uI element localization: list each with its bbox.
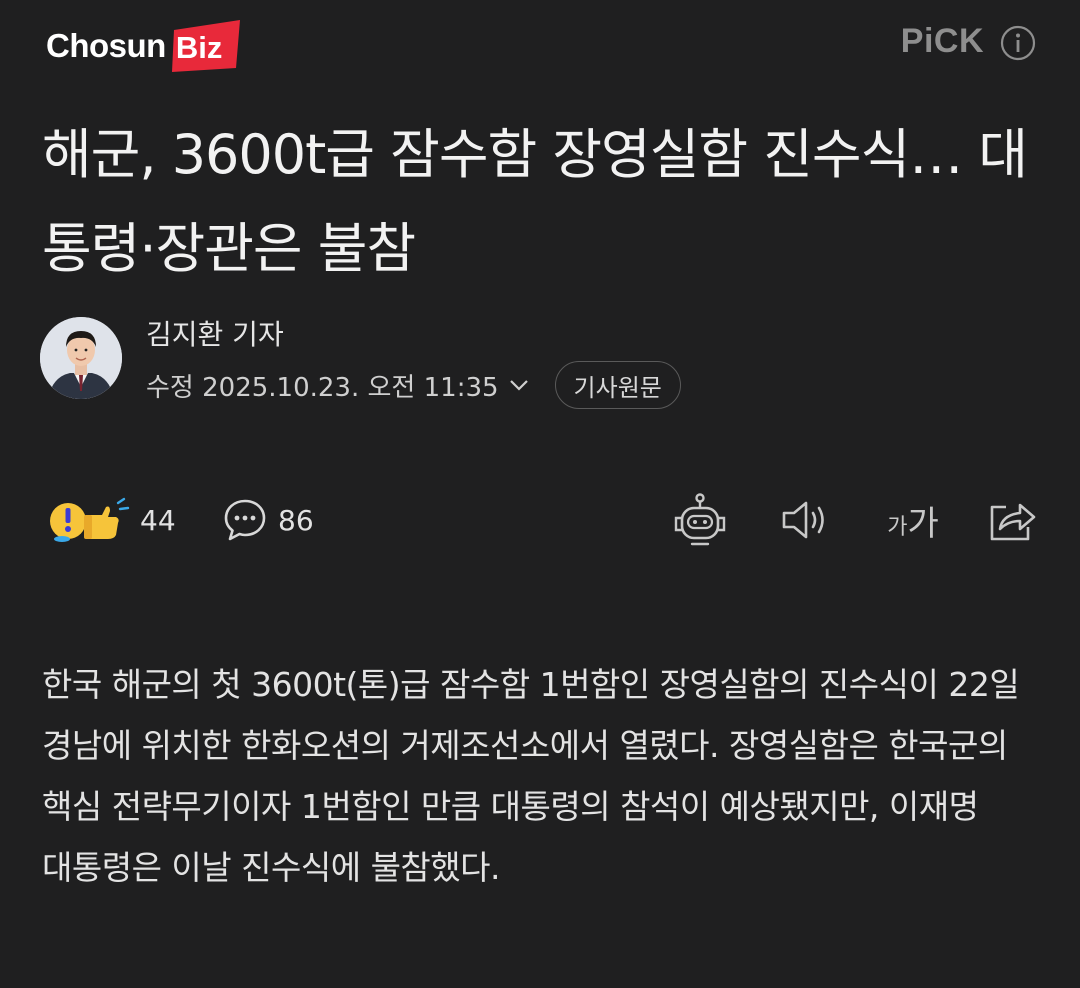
- info-icon[interactable]: [1000, 25, 1036, 61]
- comment-button[interactable]: 86: [222, 492, 314, 548]
- logo-text-chosun: Chosun: [46, 27, 166, 64]
- article-title: 해군, 3600t급 잠수함 장영실함 진수식… 대통령·장관은 불참: [42, 123, 1028, 280]
- reaction-button[interactable]: 44: [48, 492, 176, 548]
- press-logo[interactable]: Chosun Biz: [46, 16, 242, 76]
- top-bar: Chosun Biz PiCK: [0, 0, 1080, 90]
- reporter-avatar[interactable]: [40, 317, 122, 399]
- speaker-icon: [782, 501, 824, 539]
- article-date: 수정 2025.10.23. 오전 11:35: [146, 372, 499, 403]
- reporter-name[interactable]: 김지환 기자: [146, 313, 284, 353]
- logo-badge-biz: Biz: [171, 20, 242, 72]
- comment-count: 86: [278, 503, 314, 537]
- share-icon: [990, 503, 1036, 541]
- font-size-large-label: 가: [907, 503, 939, 544]
- comment-bubble-icon: [224, 499, 266, 541]
- reaction-count: 44: [140, 503, 176, 537]
- pick-badge: PiCK: [900, 22, 984, 60]
- robot-icon: [674, 493, 726, 546]
- listen-button[interactable]: [778, 490, 834, 550]
- font-size-small-label: 가: [887, 515, 908, 540]
- article-page: Chosun Biz PiCK 해군, 3600t급 잠수함 장영실함 진수식……: [0, 0, 1080, 988]
- logo-text-biz: Biz: [175, 30, 223, 65]
- article-body-paragraph: 한국 해군의 첫 3600t(톤)급 잠수함 1번함인 장영실함의 진수식이 2…: [42, 665, 1020, 887]
- original-article-button[interactable]: 기사원문: [554, 361, 681, 409]
- reaction-emoji-icon: [50, 497, 130, 542]
- summary-button[interactable]: [668, 490, 732, 550]
- share-button[interactable]: [984, 490, 1040, 550]
- chevron-down-icon[interactable]: [507, 373, 531, 397]
- article-meta: 수정 2025.10.23. 오전 11:35 기사원문: [146, 360, 681, 410]
- font-size-button[interactable]: 가 가: [880, 490, 946, 550]
